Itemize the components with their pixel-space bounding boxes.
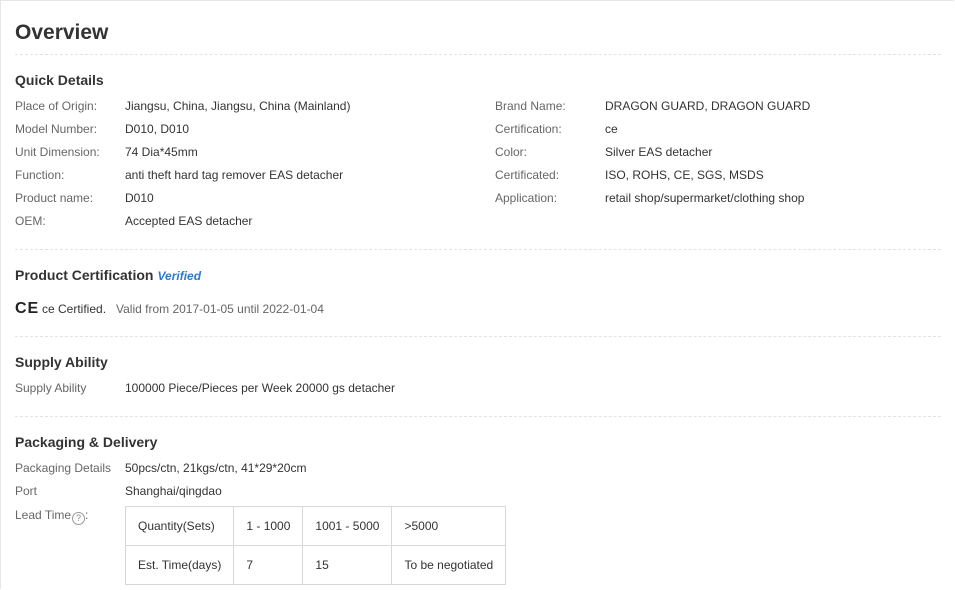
packaging-details-label: Packaging Details	[15, 461, 112, 475]
overview-panel	[0, 0, 954, 589]
table-cell: >5000	[391, 506, 507, 546]
detail-value: retail shop/supermarket/clothing shop	[605, 191, 805, 205]
packaging-details-value: 50pcs/ctn, 21kgs/ctn, 41*29*20cm	[125, 461, 307, 475]
table-cell: 7	[233, 545, 304, 585]
detail-label: Brand Name:	[495, 99, 566, 113]
detail-value: Jiangsu, China, Jiangsu, China (Mainland…	[125, 99, 351, 113]
supply-ability-label: Supply Ability	[15, 381, 87, 395]
detail-value: Silver EAS detacher	[605, 145, 713, 159]
help-icon[interactable]: ?	[72, 512, 86, 525]
divider	[15, 54, 941, 55]
detail-label: Certification:	[495, 122, 562, 136]
divider	[15, 416, 941, 417]
certificate-validity: Valid from 2017-01-05 until 2022-01-04	[116, 302, 324, 316]
table-cell: 15	[302, 545, 393, 585]
detail-value: ce	[605, 122, 618, 136]
supply-ability-value: 100000 Piece/Pieces per Week 20000 gs de…	[125, 381, 395, 395]
detail-label: Product name:	[15, 191, 94, 205]
lead-time-colon: :	[85, 508, 89, 522]
detail-label: Application:	[495, 191, 558, 205]
product-certification-title: Product Certification	[15, 267, 154, 283]
port-value: Shanghai/qingdao	[125, 484, 222, 498]
packaging-delivery-heading: Packaging & Delivery	[15, 434, 158, 450]
divider	[15, 336, 941, 337]
table-row: Est. Time(days) 7 15 To be negotiated	[124, 545, 507, 585]
certificate-name: ce Certified.	[42, 302, 107, 316]
detail-label: Place of Origin:	[15, 99, 98, 113]
divider	[15, 249, 941, 250]
supply-ability-heading: Supply Ability	[15, 354, 108, 370]
ce-mark-icon: CE	[15, 300, 40, 317]
detail-value: DRAGON GUARD, DRAGON GUARD	[605, 99, 811, 113]
lead-time-label-text: Lead Time	[15, 508, 72, 522]
table-cell: 1001 - 5000	[302, 506, 393, 546]
product-certification-heading: Product Certification Verified	[15, 266, 201, 285]
detail-label: OEM:	[15, 214, 46, 228]
detail-value: D010	[125, 191, 154, 205]
detail-label: Unit Dimension:	[15, 145, 100, 159]
port-label: Port	[15, 484, 38, 498]
quick-details-heading: Quick Details	[15, 72, 104, 88]
detail-value: Accepted EAS detacher	[125, 214, 253, 228]
lead-time-table: Quantity(Sets) 1 - 1000 1001 - 5000 >500…	[124, 506, 507, 585]
verified-badge: Verified	[157, 269, 202, 283]
table-cell: Quantity(Sets)	[124, 506, 235, 546]
detail-label: Color:	[495, 145, 528, 159]
table-row: Quantity(Sets) 1 - 1000 1001 - 5000 >500…	[124, 506, 507, 546]
detail-value: D010, D010	[125, 122, 190, 136]
detail-value: 74 Dia*45mm	[125, 145, 198, 159]
detail-label: Model Number:	[15, 122, 98, 136]
table-cell: Est. Time(days)	[124, 545, 235, 585]
table-cell: 1 - 1000	[233, 506, 304, 546]
detail-value: ISO, ROHS, CE, SGS, MSDS	[605, 168, 764, 182]
page-title: Overview	[15, 21, 109, 44]
detail-label: Function:	[15, 168, 65, 182]
lead-time-label: Lead Time?:	[15, 507, 88, 525]
detail-label: Certificated:	[495, 168, 560, 182]
table-cell: To be negotiated	[391, 545, 507, 585]
detail-value: anti theft hard tag remover EAS detacher	[125, 168, 344, 182]
